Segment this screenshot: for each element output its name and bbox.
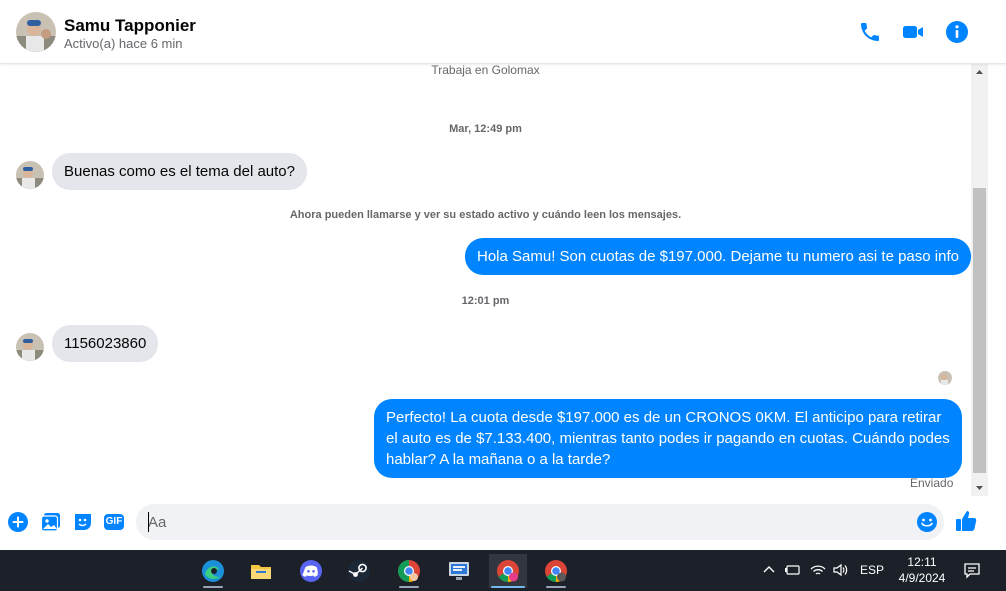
timestamp: 12:01 pm: [461, 295, 510, 307]
chrome-icon[interactable]: [390, 554, 428, 588]
outgoing-message[interactable]: Perfecto! La cuota desde $197.000 es de …: [374, 399, 962, 478]
notifications-icon[interactable]: [963, 561, 981, 582]
active-indicator: [491, 586, 525, 588]
info-icon[interactable]: [945, 20, 969, 44]
chevron-up-icon[interactable]: [762, 563, 776, 580]
open-indicator: [546, 586, 566, 588]
edge-icon[interactable]: [194, 554, 232, 588]
conversation-scrollbar[interactable]: [971, 64, 988, 496]
plus-circle-icon[interactable]: [7, 511, 29, 533]
phone-icon[interactable]: [858, 20, 882, 44]
chrome-icon[interactable]: [489, 554, 527, 588]
network-monitor-icon[interactable]: [440, 554, 478, 588]
timestamp: Mar, 12:49 pm: [449, 123, 522, 135]
clock-date: 4/9/2024: [898, 571, 946, 585]
language-indicator[interactable]: ESP: [860, 563, 884, 577]
sent-status: Enviado: [910, 476, 954, 490]
discord-icon[interactable]: [292, 554, 330, 588]
chat-header: Samu Tapponier Activo(a) hace 6 min: [0, 0, 1006, 64]
photo-icon[interactable]: [40, 511, 62, 533]
outgoing-message[interactable]: Hola Samu! Son cuotas de $197.000. Dejam…: [465, 238, 971, 275]
scroll-up-arrow-icon[interactable]: [971, 64, 988, 81]
wifi-icon[interactable]: [810, 563, 826, 580]
sticker-icon[interactable]: [72, 511, 94, 533]
incoming-message[interactable]: 1156023860: [52, 325, 159, 362]
seen-avatar: [938, 371, 952, 385]
gif-icon[interactable]: GIF: [103, 511, 125, 533]
open-indicator: [399, 586, 419, 588]
message-input-container[interactable]: [136, 504, 944, 540]
thumbs-up-icon[interactable]: [955, 509, 979, 533]
message-input[interactable]: [148, 504, 908, 540]
clock-time: 12:11: [907, 555, 937, 569]
contact-small-avatar[interactable]: [16, 161, 44, 189]
system-clock[interactable]: 12:11 4/9/2024: [892, 554, 952, 586]
incoming-message[interactable]: Buenas como es el tema del auto?: [52, 153, 307, 190]
video-call-icon[interactable]: [901, 20, 925, 44]
contact-avatar[interactable]: [16, 12, 56, 52]
volume-icon[interactable]: [832, 563, 848, 580]
conversation-area[interactable]: Trabaja en Golomax Mar, 12:49 pm Buenas …: [0, 64, 971, 496]
work-info: Trabaja en Golomax: [431, 64, 540, 77]
message-composer: GIF: [0, 496, 1006, 550]
gif-label: GIF: [105, 516, 123, 527]
notice-text: Ahora pueden llamarse y ver su estado ac…: [289, 209, 682, 221]
text-caret: [148, 512, 149, 532]
emoji-icon[interactable]: [916, 511, 938, 533]
page-scroll-gutter: [988, 64, 1006, 550]
chrome-icon[interactable]: [537, 554, 575, 588]
open-indicator: [203, 586, 223, 588]
scroll-thumb[interactable]: [973, 188, 986, 473]
steam-icon[interactable]: [340, 554, 378, 588]
battery-icon[interactable]: [784, 563, 802, 580]
contact-small-avatar[interactable]: [16, 333, 44, 361]
windows-taskbar: ESP 12:11 4/9/2024: [0, 550, 1006, 591]
file-explorer-icon[interactable]: [242, 554, 280, 588]
contact-status: Activo(a) hace 6 min: [64, 36, 183, 51]
scroll-down-arrow-icon[interactable]: [971, 479, 988, 496]
contact-name[interactable]: Samu Tapponier: [64, 16, 196, 36]
